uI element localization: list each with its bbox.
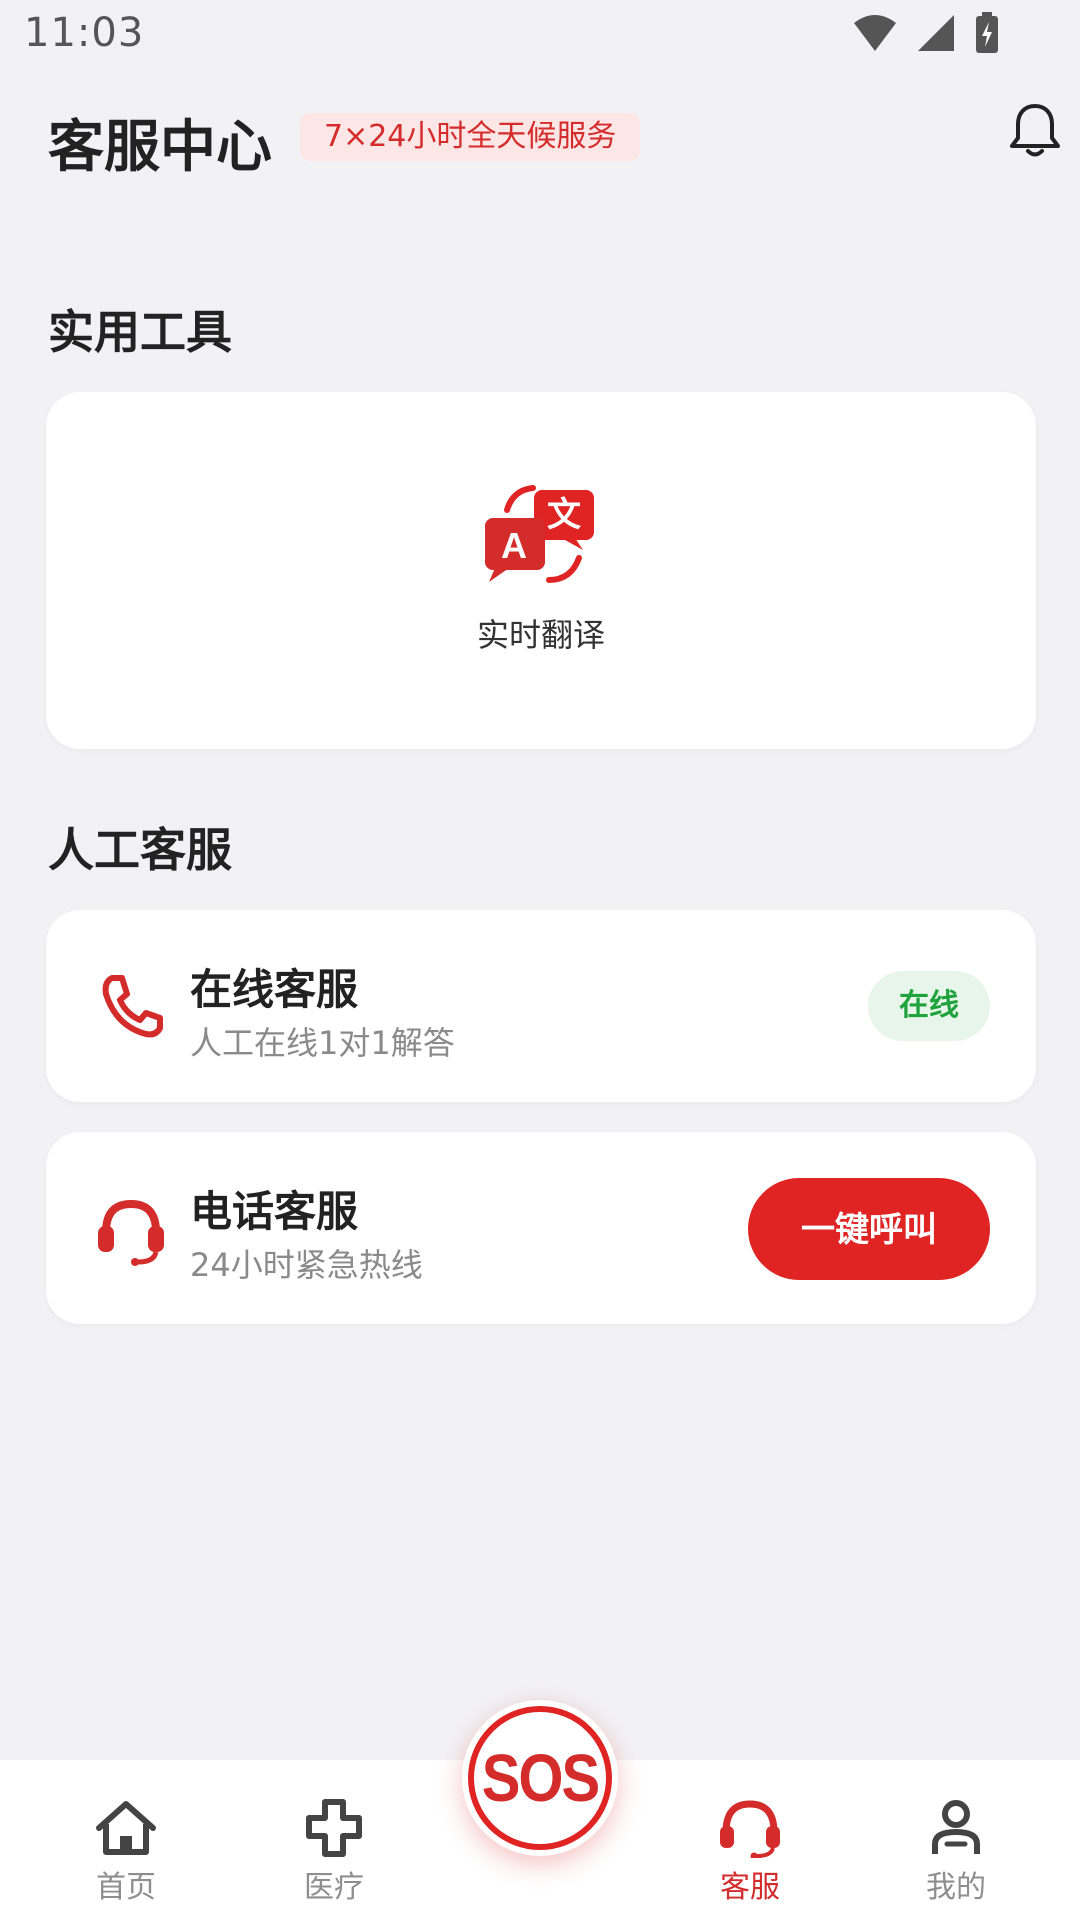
human-service-section-title: 人工客服 [48,823,232,877]
nav-label-home: 首页 [96,1870,156,1905]
tools-card: 文 A 实时翻译 [46,392,1036,749]
bell-icon[interactable] [1004,100,1066,162]
phone-service-title: 电话客服 [190,1187,359,1236]
home-icon [96,1801,156,1855]
phone-service-subtitle: 24小时紧急热线 [190,1246,423,1284]
phone-icon [102,975,163,1038]
headset-icon [720,1800,780,1858]
page-title: 客服中心 [48,115,272,180]
online-service-subtitle: 人工在线1对1解答 [190,1024,455,1062]
phone-service-card: 电话客服 24小时紧急热线 一键呼叫 [46,1132,1036,1324]
nav-label-medical: 医疗 [304,1870,364,1905]
service-hours-badge: 7×24小时全天候服务 [300,113,641,161]
online-service-card[interactable]: 在线客服 人工在线1对1解答 在线 [46,910,1036,1102]
nav-item-home[interactable]: 首页 [56,1798,196,1906]
profile-icon [932,1800,980,1854]
nav-item-service[interactable]: 客服 [680,1798,820,1906]
status-time: 11:03 [24,10,145,56]
battery-icon [976,12,998,53]
tool-label: 实时翻译 [476,616,605,654]
status-bar: 11:03 [0,0,1080,72]
signal-icon [918,15,954,51]
tools-section-title: 实用工具 [48,305,232,359]
headset-icon [98,1199,164,1266]
nav-label-profile: 我的 [926,1870,986,1905]
translate-icon: 文 A [485,485,594,583]
nav-item-profile[interactable]: 我的 [886,1798,1026,1906]
svg-text:文: 文 [547,495,581,535]
sos-button[interactable]: SOS [462,1700,618,1856]
nav-label-service: 客服 [720,1870,780,1905]
online-service-title: 在线客服 [190,965,359,1014]
status-icons [852,12,1000,54]
tool-realtime-translate[interactable]: 文 A 实时翻译 [46,480,1036,656]
wifi-icon [854,15,896,51]
sos-ring: SOS [468,1706,612,1850]
svg-text:A: A [501,525,527,566]
sos-label: SOS [481,1740,600,1816]
one-tap-call-button[interactable]: 一键呼叫 [748,1178,990,1280]
nav-item-medical[interactable]: 医疗 [264,1798,404,1906]
medical-cross-icon [306,1799,362,1857]
online-status-badge: 在线 [868,971,990,1041]
